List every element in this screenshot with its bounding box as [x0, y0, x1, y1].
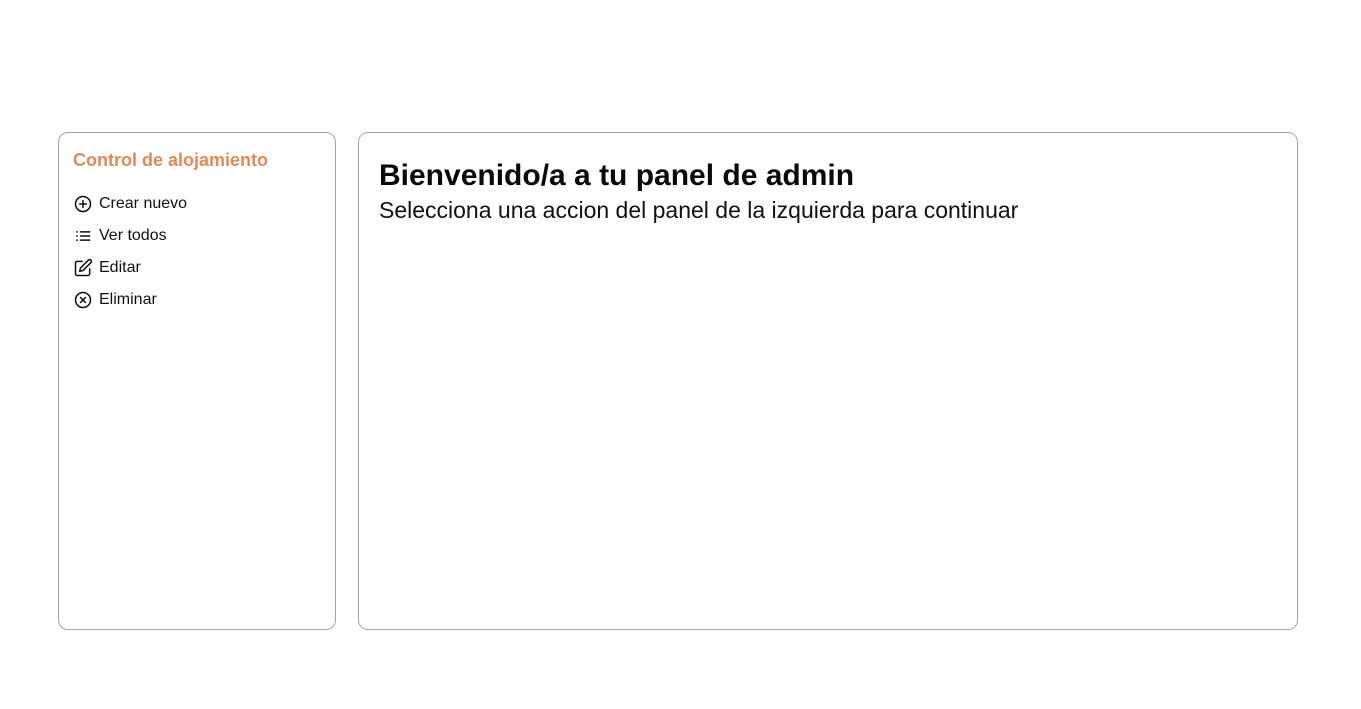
- sidebar-item-crear-nuevo[interactable]: Crear nuevo: [73, 188, 321, 220]
- sidebar-menu: Crear nuevo Ver todos Editar Eliminar: [73, 188, 321, 316]
- sidebar-item-editar[interactable]: Editar: [73, 252, 321, 284]
- sidebar-item-label: Editar: [99, 259, 141, 276]
- x-circle-icon: [73, 290, 93, 310]
- plus-circle-icon: [73, 194, 93, 214]
- welcome-title: Bienvenido/a a tu panel de admin: [379, 159, 855, 192]
- sidebar-item-label: Eliminar: [99, 291, 157, 308]
- sidebar-item-ver-todos[interactable]: Ver todos: [73, 220, 321, 252]
- sidebar-panel: Control de alojamiento Crear nuevo Ver t…: [58, 132, 336, 630]
- sidebar-title: Control de alojamiento: [73, 150, 269, 170]
- edit-icon: [73, 258, 93, 278]
- list-icon: [73, 226, 93, 246]
- sidebar-item-label: Ver todos: [99, 227, 167, 244]
- main-panel: Bienvenido/a a tu panel de admin Selecci…: [358, 132, 1298, 630]
- welcome-subtitle: Selecciona una accion del panel de la iz…: [379, 197, 1019, 223]
- sidebar-item-eliminar[interactable]: Eliminar: [73, 284, 321, 316]
- sidebar-item-label: Crear nuevo: [99, 195, 188, 212]
